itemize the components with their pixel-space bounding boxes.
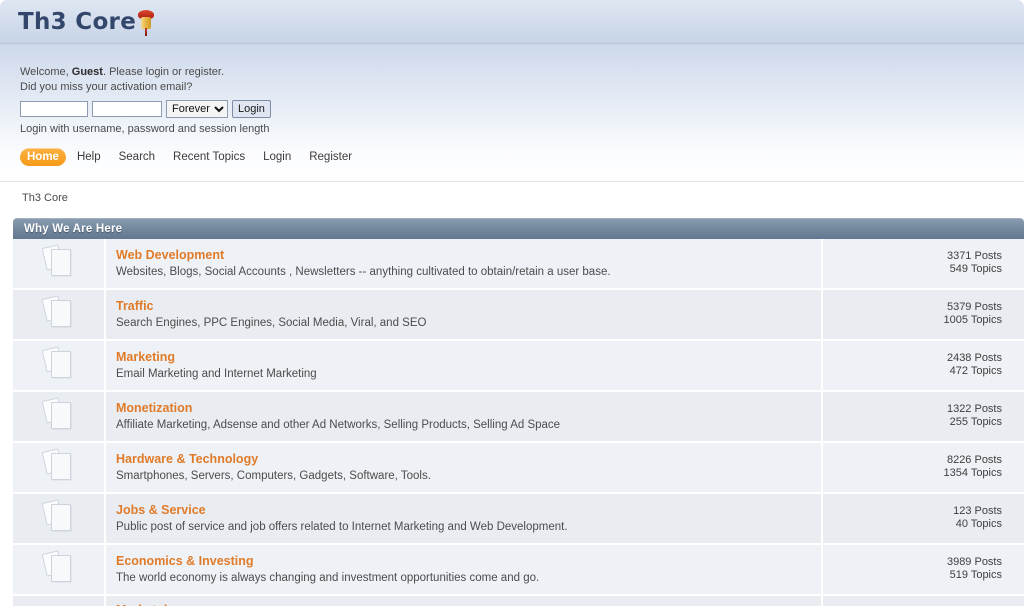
board-info-cell: Web Development Websites, Blogs, Social …: [105, 239, 823, 290]
nav-item-login[interactable]: Login: [256, 148, 298, 166]
site-header: Th3 Core: [0, 0, 1024, 44]
board-post-count: 3371 Posts: [946, 250, 1002, 262]
board-stats-cell: 5379 Posts 1005 Topics: [822, 289, 1024, 341]
login-button[interactable]: Login: [232, 100, 271, 118]
board-description: Affiliate Marketing, Adsense and other A…: [116, 418, 561, 431]
board-icon-cell: [13, 391, 106, 443]
board-pages-icon: [41, 448, 74, 483]
site-logo[interactable]: Th3 Core: [18, 4, 155, 40]
board-topic-count: 519 Topics: [949, 569, 1002, 581]
table-row[interactable]: Hardware & Technology Smartphones, Serve…: [13, 442, 1024, 494]
board-description: Email Marketing and Internet Marketing: [116, 367, 317, 380]
board-topic-count: 472 Topics: [949, 365, 1002, 377]
board-stats-cell: 1322 Posts 255 Topics: [822, 391, 1024, 443]
board-icon-cell: [13, 289, 106, 341]
board-post-count: 2438 Posts: [946, 352, 1002, 364]
board-name-link[interactable]: Traffic: [116, 299, 811, 314]
login-form: Forever Login: [20, 100, 1004, 118]
navigation-divider: [0, 181, 1024, 182]
board-pages-icon: [41, 346, 74, 381]
board-icon-cell: [13, 239, 106, 290]
board-post-count: 3989 Posts: [946, 556, 1002, 568]
board-stats-cell: 3371 Posts 549 Topics: [822, 239, 1024, 290]
board-info-cell: Jobs & Service Public post of service an…: [105, 493, 823, 545]
table-row[interactable]: Traffic Search Engines, PPC Engines, Soc…: [13, 289, 1024, 341]
welcome-message: Welcome, Guest. Please login or register…: [20, 44, 1004, 79]
board-info-cell: Hardware & Technology Smartphones, Serve…: [105, 442, 823, 494]
table-row[interactable]: Jobs & Service Public post of service an…: [13, 493, 1024, 545]
board-stats-cell: 155 Posts 55 Topics: [822, 595, 1024, 606]
password-input[interactable]: [92, 101, 162, 117]
board-post-count: 8226 Posts: [946, 454, 1002, 466]
board-name-link[interactable]: Marketing: [116, 350, 811, 365]
board-topic-count: 40 Topics: [955, 518, 1002, 530]
board-name-link[interactable]: Monetization: [116, 401, 811, 416]
board-topic-count: 549 Topics: [949, 263, 1002, 275]
board-pages-icon: [41, 397, 74, 432]
table-row[interactable]: Web Development Websites, Blogs, Social …: [13, 239, 1024, 290]
nav-item-register[interactable]: Register: [302, 148, 359, 166]
board-topic-count: 1354 Topics: [943, 467, 1002, 479]
activation-email-link[interactable]: Did you miss your activation email?: [20, 79, 1004, 94]
board-icon-cell: [13, 595, 106, 606]
guest-name: Guest: [71, 66, 103, 78]
pushpin-icon: [137, 10, 155, 36]
board-name-link[interactable]: Economics & Investing: [116, 554, 811, 569]
welcome-prefix: Welcome,: [20, 66, 72, 78]
board-description: The world economy is always changing and…: [116, 571, 540, 584]
board-topic-count: 1005 Topics: [943, 314, 1002, 326]
table-row[interactable]: Monetization Affiliate Marketing, Adsens…: [13, 391, 1024, 443]
welcome-suffix: . Please login or register.: [102, 66, 225, 78]
category-header[interactable]: Why We Are Here: [13, 218, 1024, 239]
board-description: Public post of service and job offers re…: [116, 520, 568, 533]
board-post-count: 5379 Posts: [946, 301, 1002, 313]
board-stats-cell: 2438 Posts 472 Topics: [822, 340, 1024, 392]
board-icon-cell: [13, 493, 106, 545]
board-pages-icon: [41, 499, 74, 534]
category-title: Why We Are Here: [24, 222, 123, 235]
board-description: Search Engines, PPC Engines, Social Medi…: [116, 316, 427, 329]
board-pages-icon: [41, 244, 74, 279]
board-name-link[interactable]: Hardware & Technology: [116, 452, 811, 467]
board-name-link[interactable]: Jobs & Service: [116, 503, 811, 518]
login-hint-text: Login with username, password and sessio…: [20, 123, 270, 135]
table-row[interactable]: Marketing Email Marketing and Internet M…: [13, 340, 1024, 392]
board-icon-cell: [13, 340, 106, 392]
board-table: Web Development Websites, Blogs, Social …: [13, 239, 1024, 606]
board-info-cell: Economics & Investing The world economy …: [105, 544, 823, 596]
board-stats-cell: 8226 Posts 1354 Topics: [822, 442, 1024, 494]
nav-item-home[interactable]: Home: [20, 148, 66, 166]
board-icon-cell: [13, 544, 106, 596]
main-navigation: Home Help Search Recent Topics Login Reg…: [20, 148, 359, 166]
board-pages-icon: [41, 295, 74, 330]
board-post-count: 1322 Posts: [946, 403, 1002, 415]
board-topic-count: 255 Topics: [949, 416, 1002, 428]
session-length-select[interactable]: Forever: [166, 100, 228, 118]
board-info-cell: Marketplaces Such as: Amazon, eBay, Etsy…: [105, 595, 823, 606]
nav-item-search[interactable]: Search: [112, 148, 162, 166]
board-info-cell: Monetization Affiliate Marketing, Adsens…: [105, 391, 823, 443]
board-post-count: 123 Posts: [953, 505, 1002, 517]
board-info-cell: Traffic Search Engines, PPC Engines, Soc…: [105, 289, 823, 341]
category-block: Why We Are Here Web Development Websites…: [13, 218, 1024, 606]
breadcrumb-item-root[interactable]: Th3 Core: [22, 192, 68, 204]
board-name-link[interactable]: Web Development: [116, 248, 811, 263]
board-stats-cell: 123 Posts 40 Topics: [822, 493, 1024, 545]
breadcrumb[interactable]: Th3 Core: [22, 192, 68, 204]
board-icon-cell: [13, 442, 106, 494]
board-info-cell: Marketing Email Marketing and Internet M…: [105, 340, 823, 392]
table-row[interactable]: Marketplaces Such as: Amazon, eBay, Etsy…: [13, 595, 1024, 606]
activation-email-text: Did you miss your activation email?: [20, 81, 193, 93]
nav-item-recent-topics[interactable]: Recent Topics: [166, 148, 252, 166]
site-logo-text: Th3 Core: [18, 8, 137, 35]
board-pages-icon: [41, 550, 74, 585]
username-input[interactable]: [20, 101, 88, 117]
board-description: Websites, Blogs, Social Accounts , Newsl…: [116, 265, 611, 278]
table-row[interactable]: Economics & Investing The world economy …: [13, 544, 1024, 596]
nav-item-help[interactable]: Help: [70, 148, 108, 166]
board-description: Smartphones, Servers, Computers, Gadgets…: [116, 469, 431, 482]
forum-page: Th3 Core Welcome, Guest. Please login or…: [0, 0, 1024, 606]
board-stats-cell: 3989 Posts 519 Topics: [822, 544, 1024, 596]
